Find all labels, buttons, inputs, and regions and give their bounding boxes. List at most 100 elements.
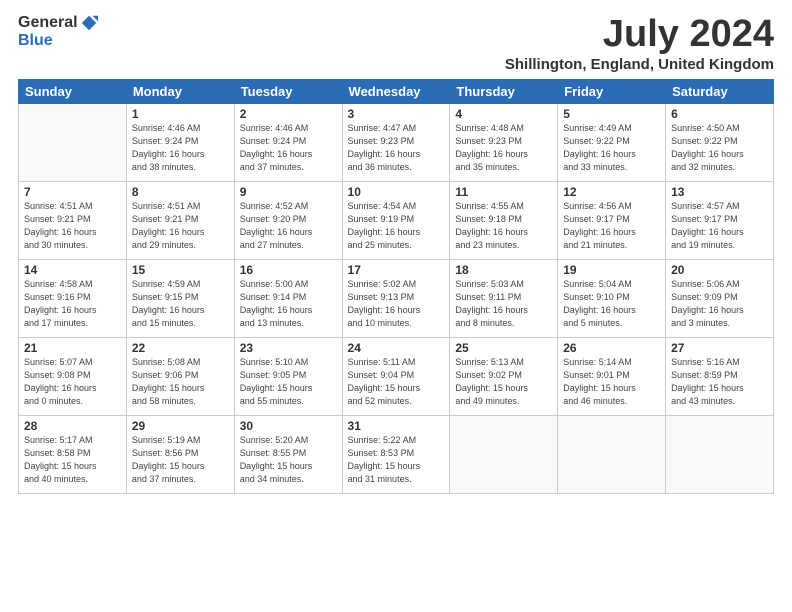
table-row: 23Sunrise: 5:10 AMSunset: 9:05 PMDayligh… xyxy=(234,337,342,415)
day-number: 14 xyxy=(24,263,121,277)
day-info: Sunrise: 4:46 AMSunset: 9:24 PMDaylight:… xyxy=(240,122,337,174)
day-number: 28 xyxy=(24,419,121,433)
table-row: 5Sunrise: 4:49 AMSunset: 9:22 PMDaylight… xyxy=(558,103,666,181)
day-info: Sunrise: 5:20 AMSunset: 8:55 PMDaylight:… xyxy=(240,434,337,486)
table-row: 8Sunrise: 4:51 AMSunset: 9:21 PMDaylight… xyxy=(126,181,234,259)
calendar: Sunday Monday Tuesday Wednesday Thursday… xyxy=(18,79,774,494)
table-row: 27Sunrise: 5:16 AMSunset: 8:59 PMDayligh… xyxy=(666,337,774,415)
table-row: 21Sunrise: 5:07 AMSunset: 9:08 PMDayligh… xyxy=(19,337,127,415)
day-info: Sunrise: 5:08 AMSunset: 9:06 PMDaylight:… xyxy=(132,356,229,408)
col-saturday: Saturday xyxy=(666,79,774,103)
table-row: 15Sunrise: 4:59 AMSunset: 9:15 PMDayligh… xyxy=(126,259,234,337)
table-row: 18Sunrise: 5:03 AMSunset: 9:11 PMDayligh… xyxy=(450,259,558,337)
calendar-week-row: 14Sunrise: 4:58 AMSunset: 9:16 PMDayligh… xyxy=(19,259,774,337)
table-row: 16Sunrise: 5:00 AMSunset: 9:14 PMDayligh… xyxy=(234,259,342,337)
table-row: 1Sunrise: 4:46 AMSunset: 9:24 PMDaylight… xyxy=(126,103,234,181)
day-number: 12 xyxy=(563,185,660,199)
day-number: 21 xyxy=(24,341,121,355)
table-row: 20Sunrise: 5:06 AMSunset: 9:09 PMDayligh… xyxy=(666,259,774,337)
day-info: Sunrise: 5:02 AMSunset: 9:13 PMDaylight:… xyxy=(348,278,445,330)
table-row: 19Sunrise: 5:04 AMSunset: 9:10 PMDayligh… xyxy=(558,259,666,337)
table-row: 10Sunrise: 4:54 AMSunset: 9:19 PMDayligh… xyxy=(342,181,450,259)
table-row: 24Sunrise: 5:11 AMSunset: 9:04 PMDayligh… xyxy=(342,337,450,415)
day-info: Sunrise: 5:07 AMSunset: 9:08 PMDaylight:… xyxy=(24,356,121,408)
day-info: Sunrise: 4:54 AMSunset: 9:19 PMDaylight:… xyxy=(348,200,445,252)
day-info: Sunrise: 4:47 AMSunset: 9:23 PMDaylight:… xyxy=(348,122,445,174)
day-info: Sunrise: 4:49 AMSunset: 9:22 PMDaylight:… xyxy=(563,122,660,174)
col-friday: Friday xyxy=(558,79,666,103)
day-info: Sunrise: 5:04 AMSunset: 9:10 PMDaylight:… xyxy=(563,278,660,330)
day-number: 25 xyxy=(455,341,552,355)
day-info: Sunrise: 5:19 AMSunset: 8:56 PMDaylight:… xyxy=(132,434,229,486)
day-info: Sunrise: 5:06 AMSunset: 9:09 PMDaylight:… xyxy=(671,278,768,330)
day-info: Sunrise: 4:51 AMSunset: 9:21 PMDaylight:… xyxy=(24,200,121,252)
day-number: 1 xyxy=(132,107,229,121)
day-number: 10 xyxy=(348,185,445,199)
logo: General Blue xyxy=(18,14,98,50)
day-info: Sunrise: 4:56 AMSunset: 9:17 PMDaylight:… xyxy=(563,200,660,252)
day-info: Sunrise: 4:46 AMSunset: 9:24 PMDaylight:… xyxy=(132,122,229,174)
day-info: Sunrise: 4:48 AMSunset: 9:23 PMDaylight:… xyxy=(455,122,552,174)
day-number: 30 xyxy=(240,419,337,433)
page: General Blue July 2024 Shillington, Engl… xyxy=(0,0,792,612)
logo-general: General xyxy=(18,14,78,32)
header: General Blue July 2024 Shillington, Engl… xyxy=(18,14,774,73)
day-number: 26 xyxy=(563,341,660,355)
day-number: 9 xyxy=(240,185,337,199)
day-info: Sunrise: 5:13 AMSunset: 9:02 PMDaylight:… xyxy=(455,356,552,408)
table-row: 11Sunrise: 4:55 AMSunset: 9:18 PMDayligh… xyxy=(450,181,558,259)
day-info: Sunrise: 5:14 AMSunset: 9:01 PMDaylight:… xyxy=(563,356,660,408)
logo-icon xyxy=(80,14,98,32)
table-row: 28Sunrise: 5:17 AMSunset: 8:58 PMDayligh… xyxy=(19,415,127,493)
table-row: 29Sunrise: 5:19 AMSunset: 8:56 PMDayligh… xyxy=(126,415,234,493)
table-row: 26Sunrise: 5:14 AMSunset: 9:01 PMDayligh… xyxy=(558,337,666,415)
day-number: 20 xyxy=(671,263,768,277)
day-info: Sunrise: 4:51 AMSunset: 9:21 PMDaylight:… xyxy=(132,200,229,252)
day-number: 18 xyxy=(455,263,552,277)
day-number: 19 xyxy=(563,263,660,277)
table-row: 12Sunrise: 4:56 AMSunset: 9:17 PMDayligh… xyxy=(558,181,666,259)
day-info: Sunrise: 5:00 AMSunset: 9:14 PMDaylight:… xyxy=(240,278,337,330)
logo-blue: Blue xyxy=(18,32,53,49)
day-number: 17 xyxy=(348,263,445,277)
col-monday: Monday xyxy=(126,79,234,103)
table-row: 7Sunrise: 4:51 AMSunset: 9:21 PMDaylight… xyxy=(19,181,127,259)
table-row: 9Sunrise: 4:52 AMSunset: 9:20 PMDaylight… xyxy=(234,181,342,259)
table-row: 2Sunrise: 4:46 AMSunset: 9:24 PMDaylight… xyxy=(234,103,342,181)
day-info: Sunrise: 4:58 AMSunset: 9:16 PMDaylight:… xyxy=(24,278,121,330)
day-info: Sunrise: 5:10 AMSunset: 9:05 PMDaylight:… xyxy=(240,356,337,408)
table-row: 3Sunrise: 4:47 AMSunset: 9:23 PMDaylight… xyxy=(342,103,450,181)
col-sunday: Sunday xyxy=(19,79,127,103)
day-info: Sunrise: 4:59 AMSunset: 9:15 PMDaylight:… xyxy=(132,278,229,330)
day-number: 27 xyxy=(671,341,768,355)
day-number: 16 xyxy=(240,263,337,277)
day-number: 24 xyxy=(348,341,445,355)
table-row: 6Sunrise: 4:50 AMSunset: 9:22 PMDaylight… xyxy=(666,103,774,181)
calendar-week-row: 28Sunrise: 5:17 AMSunset: 8:58 PMDayligh… xyxy=(19,415,774,493)
day-number: 4 xyxy=(455,107,552,121)
day-info: Sunrise: 5:17 AMSunset: 8:58 PMDaylight:… xyxy=(24,434,121,486)
day-number: 5 xyxy=(563,107,660,121)
day-number: 7 xyxy=(24,185,121,199)
day-number: 29 xyxy=(132,419,229,433)
calendar-header-row: Sunday Monday Tuesday Wednesday Thursday… xyxy=(19,79,774,103)
col-thursday: Thursday xyxy=(450,79,558,103)
day-number: 15 xyxy=(132,263,229,277)
day-number: 31 xyxy=(348,419,445,433)
day-info: Sunrise: 5:11 AMSunset: 9:04 PMDaylight:… xyxy=(348,356,445,408)
day-number: 2 xyxy=(240,107,337,121)
day-info: Sunrise: 4:57 AMSunset: 9:17 PMDaylight:… xyxy=(671,200,768,252)
day-info: Sunrise: 4:50 AMSunset: 9:22 PMDaylight:… xyxy=(671,122,768,174)
table-row: 4Sunrise: 4:48 AMSunset: 9:23 PMDaylight… xyxy=(450,103,558,181)
table-row xyxy=(666,415,774,493)
table-row: 13Sunrise: 4:57 AMSunset: 9:17 PMDayligh… xyxy=(666,181,774,259)
day-number: 23 xyxy=(240,341,337,355)
table-row: 25Sunrise: 5:13 AMSunset: 9:02 PMDayligh… xyxy=(450,337,558,415)
title-section: July 2024 Shillington, England, United K… xyxy=(505,14,774,73)
table-row: 22Sunrise: 5:08 AMSunset: 9:06 PMDayligh… xyxy=(126,337,234,415)
calendar-week-row: 7Sunrise: 4:51 AMSunset: 9:21 PMDaylight… xyxy=(19,181,774,259)
location-title: Shillington, England, United Kingdom xyxy=(505,56,774,73)
table-row: 17Sunrise: 5:02 AMSunset: 9:13 PMDayligh… xyxy=(342,259,450,337)
day-info: Sunrise: 4:52 AMSunset: 9:20 PMDaylight:… xyxy=(240,200,337,252)
day-number: 3 xyxy=(348,107,445,121)
